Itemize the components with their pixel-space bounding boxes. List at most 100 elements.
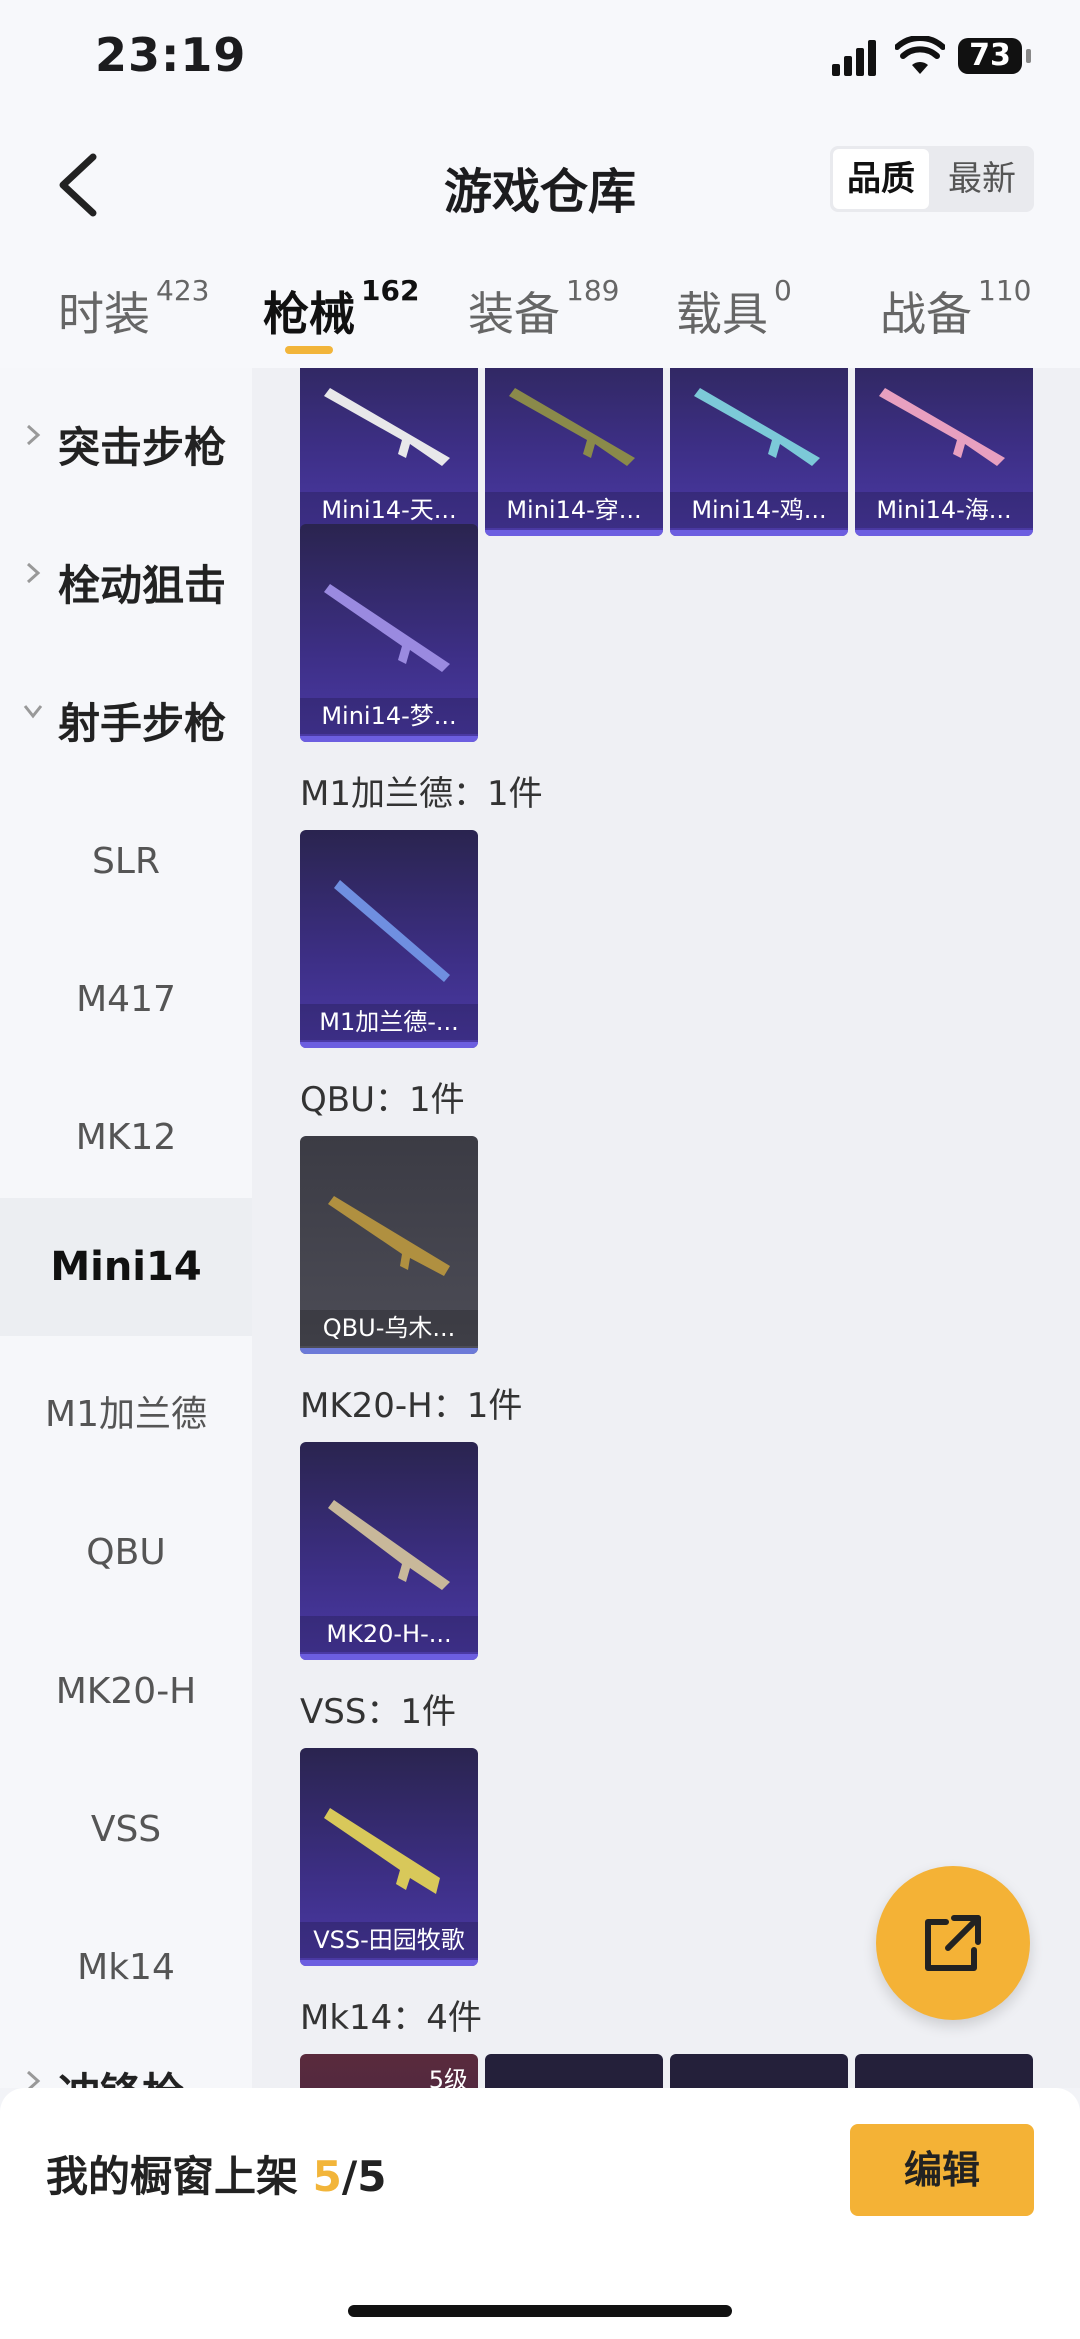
rarity-bar	[300, 1042, 478, 1048]
tab-label: 时装	[58, 287, 150, 341]
group-label-m1-garand: M1加兰德：1件	[300, 774, 543, 814]
showcase-current-count: 5	[312, 2152, 342, 2201]
chevron-down-icon	[23, 705, 43, 719]
weapon-card-name: Mini14-穿...	[485, 492, 663, 528]
tab-count: 0	[774, 274, 792, 307]
weapon-card[interactable]: Mini14-穿...	[485, 368, 663, 536]
sidebar-item-qbu[interactable]: QBU	[0, 1523, 252, 1583]
rifle-skin-image	[694, 388, 820, 466]
chevron-right-icon	[26, 2070, 41, 2088]
group-label-vss: VSS：1件	[300, 1692, 457, 1732]
weapon-card[interactable]	[485, 2054, 663, 2088]
status-time: 23:19	[95, 28, 247, 82]
weapon-card[interactable]	[855, 2054, 1033, 2088]
tab-count: 162	[361, 274, 420, 307]
share-button[interactable]	[876, 1866, 1030, 2020]
tab-firearms[interactable]: 枪械 162	[263, 274, 419, 344]
sidebar: 突击步枪 栓动狙击 射手步枪 SLR M417 MK12 Mini14 M1加兰…	[0, 368, 252, 2088]
rarity-bar	[300, 1654, 478, 1660]
signal-icon	[832, 40, 876, 76]
weapon-card-name: VSS-田园牧歌	[300, 1922, 478, 1958]
tab-count: 110	[978, 274, 1032, 307]
tab-vehicles[interactable]: 载具 0	[676, 274, 792, 344]
showcase-label-text: 我的橱窗上架	[46, 2152, 299, 2201]
tab-battle-prep[interactable]: 战备 110	[880, 274, 1031, 344]
sidebar-item-mini14[interactable]: Mini14	[0, 1198, 252, 1336]
sort-toggle: 品质 最新	[830, 146, 1034, 212]
sidebar-item-m1-garand[interactable]: M1加兰德	[0, 1385, 252, 1445]
header: 游戏仓库 品质 最新	[0, 120, 1080, 250]
sidebar-category-label: 冲锋枪	[58, 2060, 184, 2088]
weapon-card[interactable]: QBU-乌木...	[300, 1136, 478, 1354]
sidebar-category-bolt-sniper[interactable]: 栓动狙击	[0, 552, 252, 612]
weapon-card-name: M1加兰德-...	[300, 1004, 478, 1040]
category-tabs: 时装 423 枪械 162 装备 189 载具 0 战备 110	[0, 250, 1080, 368]
weapon-card-name: MK20-H-...	[300, 1616, 478, 1652]
rarity-bar	[300, 736, 478, 742]
weapon-card[interactable]: Mini14-鸡...	[670, 368, 848, 536]
tab-label: 载具	[676, 287, 768, 341]
sort-quality-option[interactable]: 品质	[833, 149, 929, 209]
chevron-right-icon	[26, 562, 41, 584]
weapon-card-name: Mini14-天...	[300, 492, 478, 528]
weapon-card[interactable]: MK20-H-...	[300, 1442, 478, 1660]
rarity-bar	[855, 530, 1033, 536]
weapon-card-name: Mini14-梦...	[300, 698, 478, 734]
sidebar-item-vss[interactable]: VSS	[0, 1800, 252, 1860]
tab-count: 423	[156, 274, 210, 307]
showcase-panel: 我的橱窗上架 5/5 编辑	[0, 2088, 1080, 2339]
tab-equipment[interactable]: 装备 189	[468, 274, 619, 344]
weapon-card[interactable]: Mini14-天...	[300, 368, 478, 536]
level-badge: 5级	[428, 2066, 468, 2088]
tab-count: 189	[566, 274, 620, 307]
status-bar: 23:19 73	[0, 0, 1080, 120]
sidebar-item-mk20h[interactable]: MK20-H	[0, 1662, 252, 1722]
weapon-grid: Mini14-天... Mini14-穿... Mini14-鸡... Mini…	[252, 368, 1080, 2088]
weapon-card[interactable]: Mini14-梦...	[300, 524, 478, 742]
group-label-mk14: Mk14：4件	[300, 1998, 482, 2038]
rifle-skin-image	[879, 388, 1005, 466]
rifle-skin-image	[328, 1500, 450, 1590]
sort-newest-option[interactable]: 最新	[932, 146, 1032, 212]
share-icon	[925, 1915, 981, 1971]
rarity-bar	[485, 530, 663, 536]
weapon-card[interactable]: Mini14-海...	[855, 368, 1033, 536]
rifle-skin-image	[324, 388, 450, 466]
rifle-skin-image	[324, 1808, 440, 1894]
weapon-card[interactable]: 5级	[300, 2054, 478, 2088]
sidebar-category-label: 突击步枪	[58, 423, 227, 472]
rarity-bar	[670, 530, 848, 536]
weapon-card-name: QBU-乌木...	[300, 1310, 478, 1346]
battery-indicator: 73	[958, 38, 1031, 74]
weapon-card-name: Mini14-鸡...	[670, 492, 848, 528]
edit-button[interactable]: 编辑	[850, 2124, 1034, 2216]
sidebar-item-mk12[interactable]: MK12	[0, 1108, 252, 1168]
weapon-card[interactable]: M1加兰德-...	[300, 830, 478, 1048]
sidebar-category-assault-rifle[interactable]: 突击步枪	[0, 414, 252, 474]
rarity-bar	[300, 1348, 478, 1354]
rifle-skin-image	[334, 880, 450, 982]
weapon-card[interactable]: VSS-田园牧歌	[300, 1748, 478, 1966]
sidebar-item-mk14[interactable]: Mk14	[0, 1938, 252, 1998]
wifi-icon	[895, 36, 945, 74]
sidebar-item-slr[interactable]: SLR	[0, 832, 252, 892]
tab-label: 战备	[880, 287, 972, 341]
sidebar-category-label: 栓动狙击	[58, 561, 227, 610]
showcase-shelf-label: 我的橱窗上架 5/5	[46, 2143, 386, 2204]
tab-label: 装备	[468, 287, 560, 341]
rifle-skin-image	[509, 388, 635, 466]
group-label-qbu: QBU：1件	[300, 1080, 465, 1120]
weapon-card-name: Mini14-海...	[855, 492, 1033, 528]
tab-label: 枪械	[263, 287, 355, 341]
sidebar-item-m417[interactable]: M417	[0, 970, 252, 1030]
tab-fashion[interactable]: 时装 423	[58, 274, 209, 344]
sidebar-category-label: 射手步枪	[58, 699, 227, 748]
group-label-mk20h: MK20-H：1件	[300, 1386, 523, 1426]
rifle-skin-image	[328, 1196, 450, 1276]
sidebar-category-marksman-rifle[interactable]: 射手步枪	[0, 690, 252, 750]
active-tab-indicator	[285, 346, 333, 354]
showcase-total-count: /5	[341, 2152, 387, 2201]
home-indicator	[348, 2305, 732, 2317]
weapon-card[interactable]	[670, 2054, 848, 2088]
sidebar-category-smg[interactable]: 冲锋枪	[0, 2060, 252, 2088]
